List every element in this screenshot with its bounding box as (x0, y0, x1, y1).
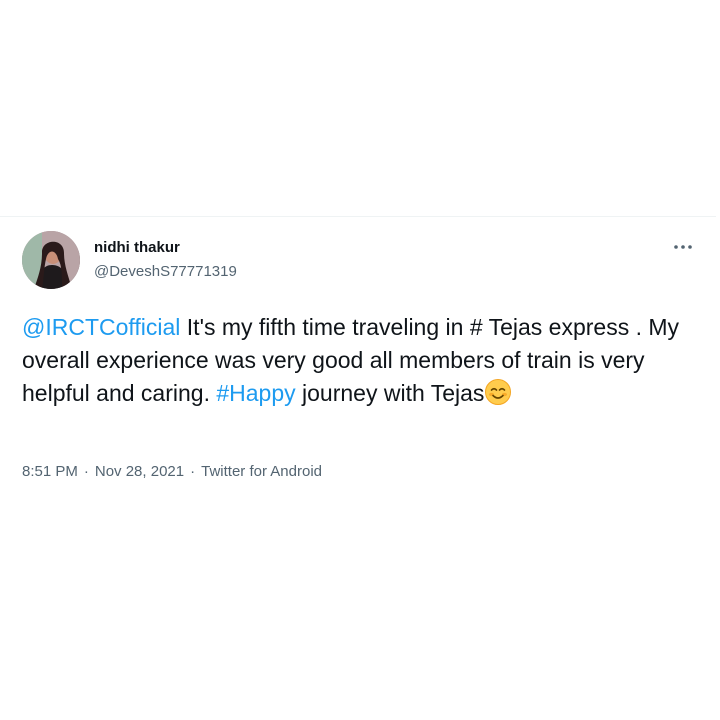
avatar-image (22, 231, 80, 289)
tweet-text: @IRCTCofficial It's my fifth time travel… (22, 311, 692, 410)
tweet-card: nidhi thakur @DeveshS77771319 @IRCTCoffi… (0, 216, 716, 506)
meta-separator: · (83, 463, 89, 480)
tweet-text-part2: journey with Tejas (295, 380, 485, 406)
meta-separator: · (190, 463, 196, 480)
author-display-name[interactable]: nidhi thakur (94, 238, 237, 258)
page: nidhi thakur @DeveshS77771319 @IRCTCoffi… (0, 0, 720, 720)
tweet-time[interactable]: 8:51 PM (22, 463, 78, 480)
author-handle[interactable]: @DeveshS77771319 (94, 262, 237, 282)
more-options-icon (674, 245, 692, 249)
smiling-face-emoji-icon (484, 378, 512, 406)
avatar[interactable] (22, 231, 80, 289)
author-block: nidhi thakur @DeveshS77771319 (94, 238, 237, 282)
tweet-source[interactable]: Twitter for Android (201, 463, 322, 480)
tweet-meta: 8:51 PM · Nov 28, 2021 · Twitter for Android (22, 463, 322, 480)
hashtag-link[interactable]: #Happy (216, 380, 295, 406)
mention-link[interactable]: @IRCTCofficial (22, 314, 180, 340)
more-options-button[interactable] (672, 239, 694, 255)
tweet-date[interactable]: Nov 28, 2021 (95, 463, 184, 480)
